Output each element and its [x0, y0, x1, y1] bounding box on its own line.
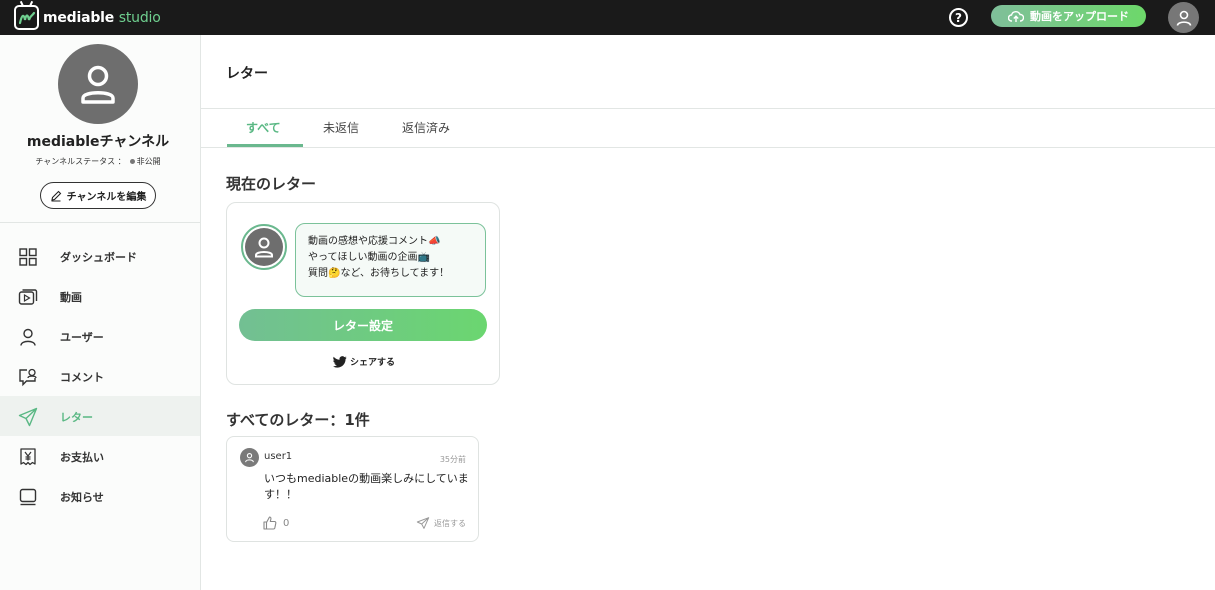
channel-status: チャンネルステータス ：非公開 — [35, 157, 161, 166]
twitter-icon — [332, 355, 347, 368]
paper-plane-icon — [416, 517, 430, 529]
page-header: レター — [201, 35, 1215, 109]
user-icon — [1176, 10, 1191, 26]
sidebar-nav: ダッシュボード 動画 ユーザー コメント レター お支払い お知らせ — [0, 236, 200, 516]
bubble-line: 動画の感想や応援コメント📣 — [308, 236, 441, 247]
channel-avatar — [58, 44, 138, 124]
tab-replied[interactable]: 返信済み — [402, 119, 450, 136]
top-bar: mediable studio ? 動画をアップロード — [0, 0, 1215, 35]
sidebar-item-label: お支払い — [60, 451, 104, 464]
like-count: 0 — [283, 517, 290, 529]
account-avatar[interactable] — [1168, 2, 1199, 33]
logo[interactable]: mediable studio — [14, 5, 161, 30]
channel-profile: mediableチャンネル チャンネルステータス ：非公開 チャンネルを編集 — [0, 35, 200, 223]
reply-button[interactable]: 返信する — [416, 517, 466, 529]
letter-item[interactable]: user1 35分前 いつもmediableの動画楽しみにしています！！ 0 返… — [226, 436, 479, 542]
thumbs-up-icon — [263, 516, 277, 530]
sidebar-item-comments[interactable]: コメント — [0, 356, 200, 396]
bubble-line: 質問🤔など、お待ちしてます！ — [308, 268, 450, 279]
current-letter-heading: 現在のレター — [226, 175, 317, 193]
pencil-icon — [50, 190, 61, 202]
share-button[interactable]: シェアする — [227, 355, 501, 368]
status-dot — [129, 159, 135, 164]
tab-unreplied[interactable]: 未返信 — [323, 119, 359, 136]
letter-body: いつもmediableの動画楽しみにしています！！ — [264, 472, 469, 501]
sidebar-item-label: 動画 — [60, 291, 82, 304]
sidebar-item-notices[interactable]: お知らせ — [0, 476, 200, 516]
tab-all[interactable]: すべて — [246, 119, 281, 136]
comment-icon — [19, 368, 37, 387]
grid-icon — [19, 248, 37, 266]
active-tab-indicator — [227, 144, 303, 147]
logo-tv-icon — [14, 5, 39, 30]
tab-bar: すべて 未返信 返信済み — [201, 109, 1215, 148]
notice-icon — [19, 488, 37, 506]
reply-label: 返信する — [434, 518, 466, 528]
user-icon — [245, 453, 254, 463]
letter-avatar — [241, 224, 287, 270]
sidebar-item-payments[interactable]: お支払い — [0, 436, 200, 476]
sidebar-item-users[interactable]: ユーザー — [0, 316, 200, 356]
bubble-line: やってほしい動画の企画📺 — [308, 252, 430, 263]
upload-video-button[interactable]: 動画をアップロード — [991, 5, 1146, 27]
edit-channel-label: チャンネルを編集 — [66, 192, 147, 203]
user-icon — [81, 65, 115, 104]
share-label: シェアする — [349, 358, 395, 368]
user-icon — [20, 328, 36, 346]
user-icon — [255, 237, 273, 258]
sidebar-item-dashboard[interactable]: ダッシュボード — [0, 236, 200, 276]
sidebar-item-label: お知らせ — [60, 491, 104, 504]
letter-message-bubble: 動画の感想や応援コメント📣 やってほしい動画の企画📺 質問🤔など、お待ちしてます… — [295, 223, 486, 297]
paper-plane-icon — [18, 407, 38, 427]
logo-text: mediable studio — [43, 9, 161, 26]
sidebar-item-letters[interactable]: レター — [0, 396, 200, 436]
sidebar-item-videos[interactable]: 動画 — [0, 276, 200, 316]
all-letters-heading: すべてのレター：1件 — [226, 411, 370, 429]
video-icon — [18, 289, 38, 305]
sidebar-item-label: ダッシュボード — [60, 251, 137, 264]
sidebar-item-label: レター — [60, 411, 93, 424]
letter-timestamp: 35分前 — [439, 455, 466, 464]
edit-channel-button[interactable]: チャンネルを編集 — [40, 182, 156, 209]
sidebar: mediableチャンネル チャンネルステータス ：非公開 チャンネルを編集 ダ… — [0, 35, 201, 590]
page-title: レター — [226, 66, 268, 82]
upload-video-label: 動画をアップロード — [1030, 10, 1129, 23]
help-icon[interactable]: ? — [949, 8, 968, 27]
letter-settings-button[interactable]: レター設定 — [239, 309, 487, 341]
letter-username: user1 — [264, 451, 293, 462]
sidebar-item-label: ユーザー — [60, 331, 104, 344]
like-button[interactable]: 0 — [263, 516, 289, 530]
current-letter-card: 動画の感想や応援コメント📣 やってほしい動画の企画📺 質問🤔など、お待ちしてます… — [226, 202, 500, 385]
cloud-upload-icon — [1008, 10, 1024, 22]
channel-name: mediableチャンネル — [26, 134, 170, 150]
sidebar-item-label: コメント — [60, 371, 104, 384]
letter-user-avatar — [240, 448, 259, 467]
yen-icon — [20, 448, 36, 466]
